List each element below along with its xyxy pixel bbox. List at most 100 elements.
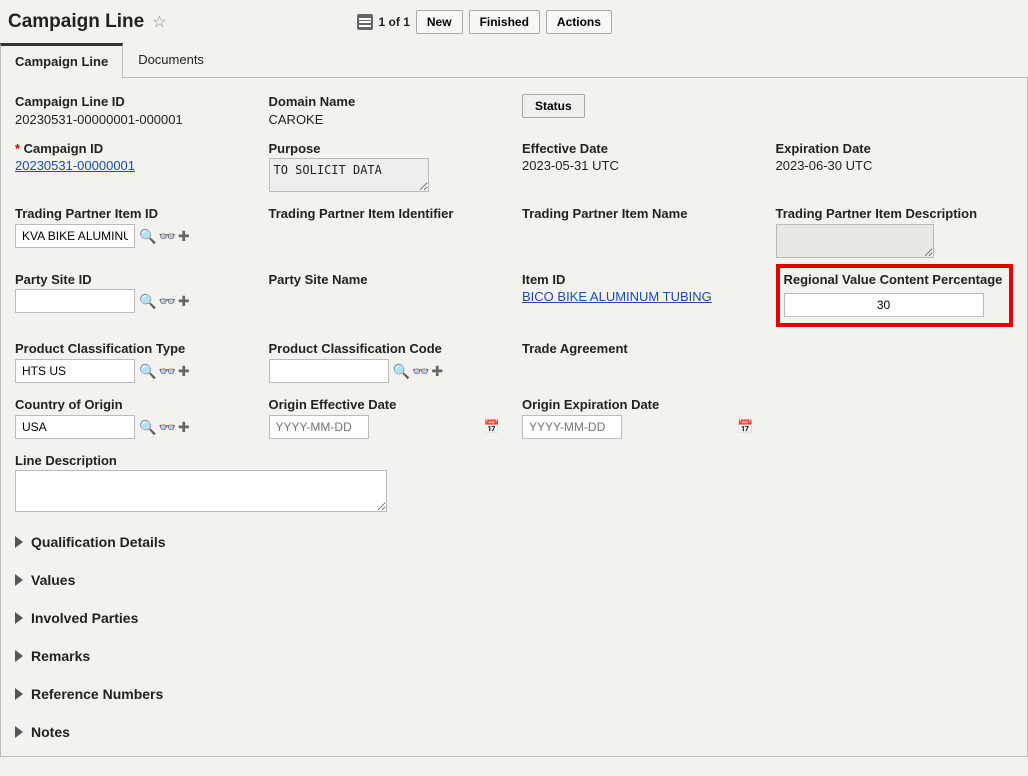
- field-tp-item-identifier: Trading Partner Item Identifier: [269, 206, 507, 258]
- input-origin-effective-date[interactable]: [269, 415, 369, 439]
- add-icon[interactable]: ✚: [431, 364, 443, 378]
- input-country-of-origin[interactable]: [15, 415, 135, 439]
- label-tp-item-description: Trading Partner Item Description: [776, 206, 1014, 222]
- label-tp-item-id: Trading Partner Item ID: [15, 206, 253, 222]
- lookup-icon[interactable]: 👓: [158, 364, 175, 378]
- label-party-site-name: Party Site Name: [269, 272, 507, 288]
- value-tp-item-description: [776, 224, 934, 258]
- highlight-rvc: Regional Value Content Percentage: [776, 264, 1014, 328]
- search-icon[interactable]: 🔍: [139, 420, 156, 434]
- lookup-icon[interactable]: 👓: [158, 229, 175, 243]
- section-title-reference-numbers: Reference Numbers: [31, 686, 163, 702]
- field-tp-item-name: Trading Partner Item Name: [522, 206, 760, 258]
- input-tp-item-id[interactable]: [15, 224, 135, 248]
- field-campaign-id: Campaign ID 20230531-00000001: [15, 141, 253, 193]
- link-campaign-id[interactable]: 20230531-00000001: [15, 158, 253, 173]
- field-trade-agreement: Trade Agreement: [522, 341, 760, 383]
- label-tp-item-identifier: Trading Partner Item Identifier: [269, 206, 507, 222]
- input-origin-expiration-date[interactable]: [522, 415, 622, 439]
- label-product-class-type: Product Classification Type: [15, 341, 253, 357]
- page-header: Campaign Line ☆ 1 of 1 New Finished Acti…: [0, 0, 1028, 38]
- field-campaign-line-id: Campaign Line ID 20230531-00000001-00000…: [15, 94, 253, 127]
- page-title: Campaign Line: [8, 11, 144, 33]
- lookup-icon[interactable]: 👓: [412, 364, 429, 378]
- label-tp-item-name: Trading Partner Item Name: [522, 206, 760, 222]
- section-title-involved-parties: Involved Parties: [31, 610, 138, 626]
- input-product-class-code[interactable]: [269, 359, 389, 383]
- tab-campaign-line[interactable]: Campaign Line: [0, 43, 123, 78]
- value-purpose[interactable]: TO SOLICIT DATA: [269, 158, 429, 192]
- tab-bar: Campaign Line Documents: [0, 42, 1028, 78]
- list-icon[interactable]: [357, 14, 373, 30]
- caret-right-icon: [15, 688, 23, 700]
- section-remarks[interactable]: Remarks: [15, 648, 1013, 664]
- caret-right-icon: [15, 574, 23, 586]
- value-domain-name: CAROKE: [269, 112, 507, 127]
- section-title-notes: Notes: [31, 724, 70, 740]
- section-reference-numbers[interactable]: Reference Numbers: [15, 686, 1013, 702]
- section-involved-parties[interactable]: Involved Parties: [15, 610, 1013, 626]
- label-origin-effective-date: Origin Effective Date: [269, 397, 507, 413]
- section-qualification-details[interactable]: Qualification Details: [15, 534, 1013, 550]
- label-domain-name: Domain Name: [269, 94, 507, 110]
- field-country-of-origin: Country of Origin 🔍 👓 ✚: [15, 397, 253, 439]
- tab-documents[interactable]: Documents: [123, 43, 219, 78]
- section-title-values: Values: [31, 572, 75, 588]
- section-title-qualification-details: Qualification Details: [31, 534, 166, 550]
- add-icon[interactable]: ✚: [178, 364, 190, 378]
- search-icon[interactable]: 🔍: [139, 364, 156, 378]
- value-effective-date: 2023-05-31 UTC: [522, 158, 760, 173]
- field-party-site-name: Party Site Name: [269, 272, 507, 328]
- lookup-icon[interactable]: 👓: [158, 294, 175, 308]
- calendar-icon[interactable]: 📅: [737, 419, 753, 435]
- label-party-site-id: Party Site ID: [15, 272, 253, 288]
- value-expiration-date: 2023-06-30 UTC: [776, 158, 1014, 173]
- field-tp-item-id: Trading Partner Item ID 🔍 👓 ✚: [15, 206, 253, 258]
- field-product-class-type: Product Classification Type 🔍 👓 ✚: [15, 341, 253, 383]
- form-content: Campaign Line ID 20230531-00000001-00000…: [0, 78, 1028, 757]
- favorite-star-icon[interactable]: ☆: [152, 12, 166, 32]
- link-item-id[interactable]: BICO BIKE ALUMINUM TUBING: [522, 289, 760, 304]
- input-line-description[interactable]: [15, 470, 387, 512]
- lookup-icon[interactable]: 👓: [158, 420, 175, 434]
- value-campaign-line-id: 20230531-00000001-000001: [15, 112, 253, 127]
- label-trade-agreement: Trade Agreement: [522, 341, 760, 357]
- label-origin-expiration-date: Origin Expiration Date: [522, 397, 760, 413]
- caret-right-icon: [15, 726, 23, 738]
- field-product-class-code: Product Classification Code 🔍 👓 ✚: [269, 341, 507, 383]
- field-status: Status: [522, 94, 760, 127]
- input-party-site-id[interactable]: [15, 289, 135, 313]
- field-item-id: Item ID BICO BIKE ALUMINUM TUBING: [522, 272, 760, 328]
- field-rvc: Regional Value Content Percentage: [784, 272, 1006, 318]
- label-rvc: Regional Value Content Percentage: [784, 272, 1006, 288]
- new-button[interactable]: New: [416, 10, 463, 34]
- search-icon[interactable]: 🔍: [139, 294, 156, 308]
- label-effective-date: Effective Date: [522, 141, 760, 157]
- caret-right-icon: [15, 650, 23, 662]
- label-campaign-line-id: Campaign Line ID: [15, 94, 253, 110]
- status-button[interactable]: Status: [522, 94, 585, 118]
- field-origin-effective-date: Origin Effective Date 📅: [269, 397, 507, 439]
- field-tp-item-description: Trading Partner Item Description: [776, 206, 1014, 258]
- record-counter: 1 of 1: [379, 15, 410, 29]
- search-icon[interactable]: 🔍: [139, 229, 156, 243]
- field-expiration-date: Expiration Date 2023-06-30 UTC: [776, 141, 1014, 193]
- caret-right-icon: [15, 612, 23, 624]
- calendar-icon[interactable]: 📅: [484, 419, 500, 435]
- add-icon[interactable]: ✚: [178, 229, 190, 243]
- input-product-class-type[interactable]: [15, 359, 135, 383]
- field-effective-date: Effective Date 2023-05-31 UTC: [522, 141, 760, 193]
- section-notes[interactable]: Notes: [15, 724, 1013, 740]
- add-icon[interactable]: ✚: [178, 294, 190, 308]
- finished-button[interactable]: Finished: [469, 10, 540, 34]
- section-values[interactable]: Values: [15, 572, 1013, 588]
- add-icon[interactable]: ✚: [178, 420, 190, 434]
- input-rvc[interactable]: [784, 293, 984, 317]
- label-expiration-date: Expiration Date: [776, 141, 1014, 157]
- search-icon[interactable]: 🔍: [393, 364, 410, 378]
- caret-right-icon: [15, 536, 23, 548]
- label-product-class-code: Product Classification Code: [269, 341, 507, 357]
- label-campaign-id: Campaign ID: [15, 141, 253, 157]
- field-origin-expiration-date: Origin Expiration Date 📅: [522, 397, 760, 439]
- actions-button[interactable]: Actions: [546, 10, 612, 34]
